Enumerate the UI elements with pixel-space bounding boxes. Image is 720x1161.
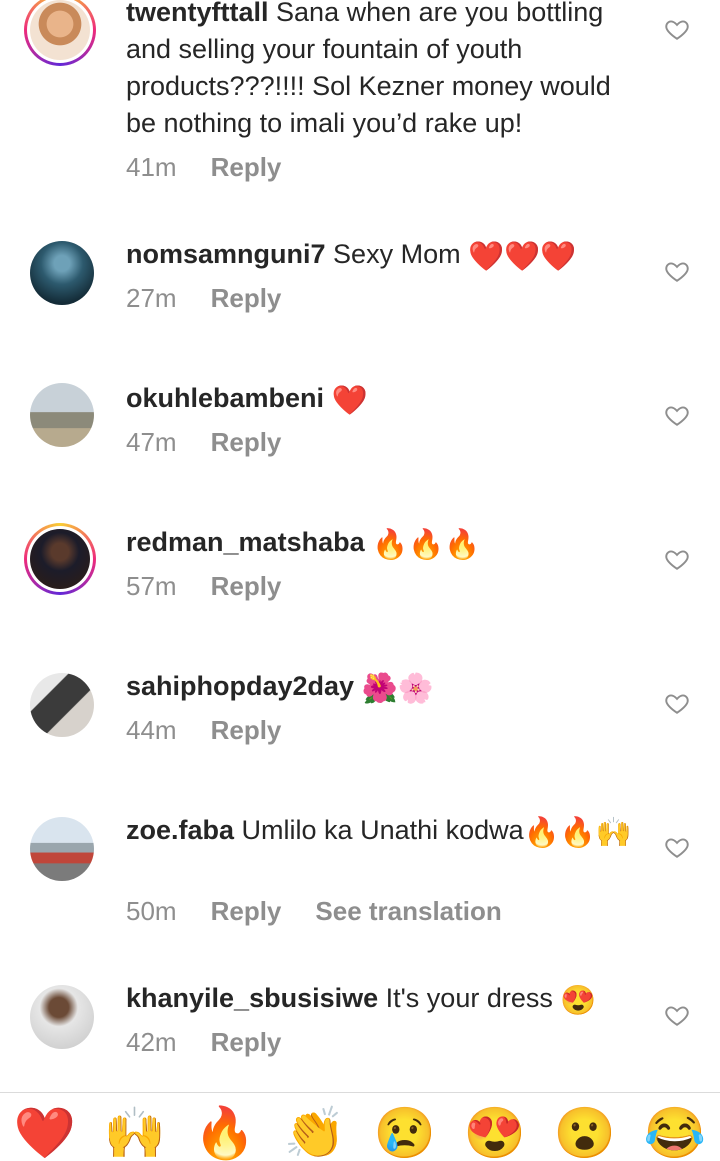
avatar-ring[interactable] [30, 673, 94, 737]
comment-body: zoe.faba Umlilo ka Unathi kodwa🔥🔥🙌 [126, 812, 646, 849]
comment-emojis: ❤️ [331, 385, 368, 417]
comment-meta: 41m Reply [126, 152, 281, 183]
avatar-ring[interactable] [30, 241, 94, 305]
comment-username[interactable]: sahiphopday2day [126, 671, 354, 701]
reaction-heart-eyes-emoji[interactable]: 😍 [464, 1108, 526, 1158]
comment-text: It's your dress [385, 983, 553, 1013]
comment-body: nomsamnguni7 Sexy Mom ❤️❤️❤️ [126, 236, 646, 273]
comment-username[interactable]: okuhlebambeni [126, 383, 324, 413]
avatar-ring[interactable] [30, 985, 94, 1049]
see-translation-button[interactable]: See translation [315, 896, 501, 927]
comment-meta: 47m Reply [126, 427, 281, 458]
avatar-story-ring[interactable] [24, 523, 96, 595]
heart-outline-icon[interactable] [664, 258, 690, 284]
comment-time: 57m [126, 571, 177, 601]
avatar-ring[interactable] [30, 383, 94, 447]
comment-time: 42m [126, 1027, 177, 1057]
avatar [30, 673, 94, 737]
comment-time: 47m [126, 427, 177, 457]
comments-screen: twentyfttall Sana when are you bottling … [0, 0, 720, 1161]
comment-time: 27m [126, 283, 177, 313]
reaction-crying-emoji[interactable]: 😢 [374, 1108, 436, 1158]
reaction-clap-emoji[interactable]: 👏 [284, 1108, 346, 1158]
comment-meta: 44m Reply [126, 715, 281, 746]
comment-username[interactable]: khanyile_sbusisiwe [126, 983, 378, 1013]
reaction-raising-hands-emoji[interactable]: 🙌 [104, 1108, 166, 1158]
comment-body: twentyfttall Sana when are you bottling … [126, 0, 646, 142]
comment-body: sahiphopday2day 🌺🌸 [126, 668, 646, 705]
comment-meta: 42m Reply [126, 1027, 281, 1058]
quick-reaction-bar: ❤️ 🙌 🔥 👏 😢 😍 😮 😂 [0, 1108, 720, 1161]
avatar [30, 529, 90, 589]
reaction-surprised-emoji[interactable]: 😮 [554, 1108, 616, 1158]
reaction-laughing-emoji[interactable]: 😂 [644, 1108, 706, 1158]
comment-meta: 27m Reply [126, 283, 281, 314]
comment-username[interactable]: nomsamnguni7 [126, 239, 326, 269]
reply-button[interactable]: Reply [211, 427, 282, 458]
comment-time: 50m [126, 896, 177, 926]
avatar [30, 0, 90, 60]
avatar [30, 241, 94, 305]
comment-emojis: 🌺🌸 [361, 673, 434, 705]
comment-text: Umlilo ka Unathi kodwa [241, 815, 524, 845]
heart-outline-icon[interactable] [664, 834, 690, 860]
comment-body: khanyile_sbusisiwe It's your dress 😍 [126, 980, 646, 1017]
comment-username[interactable]: twentyfttall [126, 0, 269, 27]
reply-button[interactable]: Reply [211, 896, 282, 927]
comment-text: Sexy Mom [333, 239, 461, 269]
comment-time: 44m [126, 715, 177, 745]
comment-body: okuhlebambeni ❤️ [126, 380, 646, 417]
reaction-fire-emoji[interactable]: 🔥 [194, 1108, 256, 1158]
comment-username[interactable]: redman_matshaba [126, 527, 365, 557]
reaction-heart-emoji[interactable]: ❤️ [14, 1108, 76, 1158]
comment-body: redman_matshaba 🔥🔥🔥 [126, 524, 646, 561]
reply-button[interactable]: Reply [211, 283, 282, 314]
comment-meta: 50m Reply See translation [126, 896, 502, 927]
comment-emojis: 😍 [560, 985, 597, 1017]
reply-button[interactable]: Reply [211, 1027, 282, 1058]
heart-outline-icon[interactable] [664, 1002, 690, 1028]
avatar [30, 985, 94, 1049]
avatar [30, 383, 94, 447]
comment-emojis: 🔥🔥🙌 [523, 817, 632, 849]
reply-button[interactable]: Reply [211, 571, 282, 602]
avatar [30, 817, 94, 881]
avatar-ring[interactable] [30, 817, 94, 881]
reply-button[interactable]: Reply [211, 152, 282, 183]
divider [0, 1092, 720, 1093]
avatar-story-ring[interactable] [24, 0, 96, 66]
comment-meta: 57m Reply [126, 571, 281, 602]
comment-username[interactable]: zoe.faba [126, 815, 234, 845]
heart-outline-icon[interactable] [664, 546, 690, 572]
comment-time: 41m [126, 152, 177, 182]
comment-emojis: ❤️❤️❤️ [468, 241, 577, 273]
heart-outline-icon[interactable] [664, 16, 690, 42]
comment-emojis: 🔥🔥🔥 [372, 529, 481, 561]
reply-button[interactable]: Reply [211, 715, 282, 746]
heart-outline-icon[interactable] [664, 690, 690, 716]
heart-outline-icon[interactable] [664, 402, 690, 428]
